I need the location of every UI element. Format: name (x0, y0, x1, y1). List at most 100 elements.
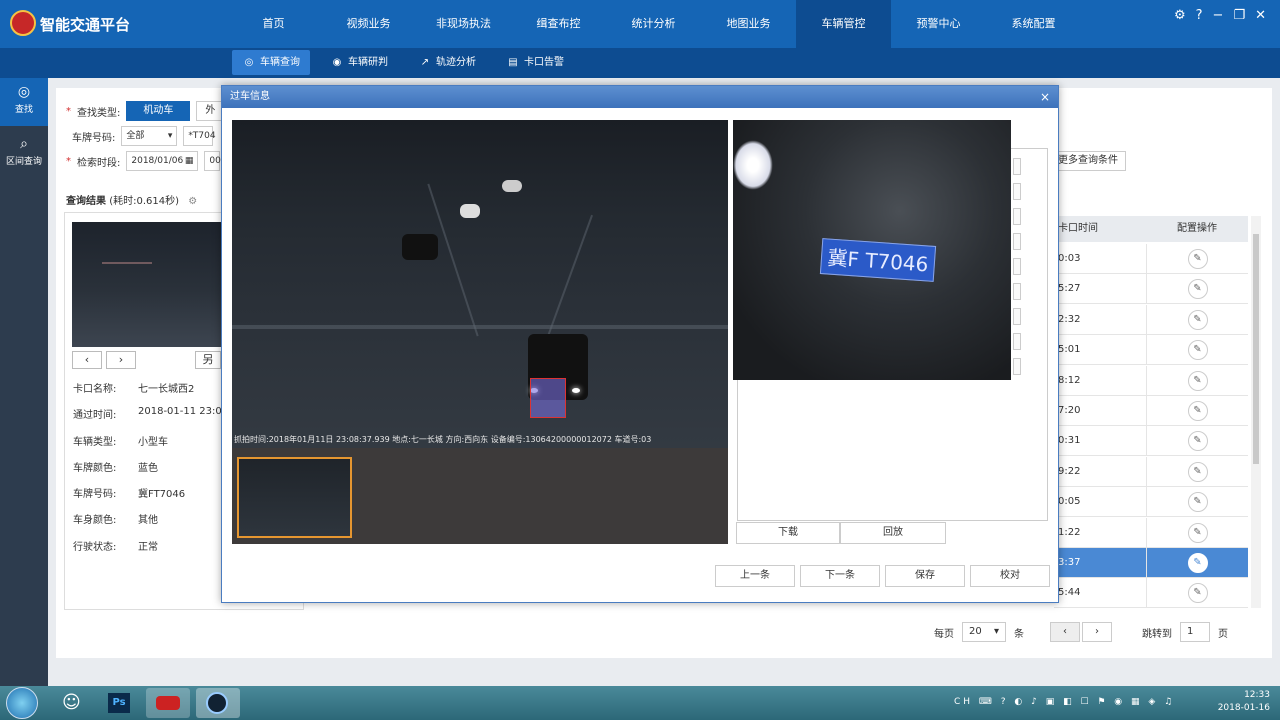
close-icon[interactable]: ✕ (1255, 8, 1266, 23)
pencil-icon[interactable]: ✎ (1187, 309, 1208, 330)
next-arrow-icon[interactable]: › (106, 351, 136, 369)
field-box[interactable] (1013, 208, 1021, 225)
playback-button[interactable]: 回放 (840, 522, 946, 544)
required-mark: * (66, 155, 71, 167)
pencil-icon[interactable]: ✎ (1187, 431, 1208, 452)
save-as-button[interactable]: 另 (195, 351, 221, 369)
pencil-icon[interactable]: ✎ (1187, 249, 1208, 269)
verify-button[interactable]: 校对 (970, 565, 1050, 587)
field-box[interactable] (1013, 158, 1021, 175)
nav-inspection[interactable]: 缉查布控 (511, 0, 606, 48)
pencil-icon[interactable]: ✎ (1187, 553, 1208, 573)
pencil-icon[interactable]: ✎ (1187, 522, 1208, 543)
table-row[interactable]: 3:37 ✎ (1054, 548, 1248, 578)
result-thumbnail[interactable] (72, 222, 222, 347)
subnav-vehicle-query[interactable]: ◎ 车辆查询 (232, 50, 310, 75)
next-record-button[interactable]: 下一条 (800, 565, 880, 587)
jump-label: 跳转到 (1142, 628, 1172, 640)
time-from-input[interactable]: 00 (204, 151, 221, 171)
field-box[interactable] (1013, 233, 1021, 250)
pencil-icon[interactable]: ✎ (1187, 583, 1208, 604)
nav-home[interactable]: 首页 (226, 0, 321, 48)
table-row[interactable]: 0:05 ✎ (1054, 487, 1248, 518)
info-row: 车牌号码: 冀FT7046 (73, 485, 185, 500)
info-key: 卡口名称: (73, 384, 117, 395)
capture-caption: 抓拍时间:2018年01月11日 23:08:37.939 地点:七一长城 方向… (234, 435, 652, 444)
table-row[interactable]: 7:20 ✎ (1054, 396, 1248, 426)
pencil-icon[interactable]: ✎ (1187, 279, 1208, 300)
restore-icon[interactable]: ❐ (1233, 8, 1245, 23)
capture-image[interactable]: 抓拍时间:2018年01月11日 23:08:37.939 地点:七一长城 方向… (232, 120, 728, 448)
nav-video[interactable]: 视频业务 (321, 0, 416, 48)
nav-map[interactable]: 地图业务 (701, 0, 796, 48)
table-row[interactable]: 5:01 ✎ (1054, 335, 1248, 366)
field-box[interactable] (1013, 358, 1021, 375)
pencil-icon[interactable]: ✎ (1187, 401, 1208, 421)
more-conditions-button[interactable]: 更多查询条件 (1050, 151, 1126, 171)
table-row[interactable]: 0:03 ✎ (1054, 244, 1248, 274)
page-next-button[interactable]: › (1082, 622, 1112, 642)
save-button[interactable]: 保存 (885, 565, 965, 587)
pencil-icon[interactable]: ✎ (1187, 492, 1208, 513)
plate-closeup-image[interactable]: 冀F T7046 (733, 120, 1011, 380)
date-from-input[interactable]: 2018/01/06 ▦ (126, 151, 199, 171)
prev-record-button[interactable]: 上一条 (715, 565, 795, 587)
minimize-icon[interactable]: − (1213, 8, 1224, 23)
field-box[interactable] (1013, 183, 1021, 200)
per-page-select[interactable]: 20 ▾ (962, 622, 1006, 642)
subnav-vehicle-analysis[interactable]: ◉ 车辆研判 (320, 50, 398, 75)
nav-statistics[interactable]: 统计分析 (606, 0, 701, 48)
pass-info-modal: 过车信息 × 抓拍时间:2018年01月11日 23:08:37.939 地点:… (221, 85, 1059, 603)
table-row[interactable]: 8:12 ✎ (1054, 365, 1248, 396)
download-button[interactable]: 下载 (736, 522, 840, 544)
clock[interactable]: 12:33 2018-01-16 (1218, 689, 1270, 715)
table-row[interactable]: 0:31 ✎ (1054, 426, 1248, 457)
table-row[interactable]: 1:22 ✎ (1054, 517, 1248, 548)
gear-icon[interactable]: ⚙ (188, 196, 197, 207)
type-motor-button[interactable]: 机动车 (126, 101, 191, 121)
nav-system-config[interactable]: 系统配置 (986, 0, 1081, 48)
tray-icons[interactable]: CH ⌨ ? ◐ ♪ ▣ ◧ ☐ ⚑ ◉ ▦ ◈ ♫ (954, 697, 1175, 707)
field-box[interactable] (1013, 258, 1021, 275)
info-value: 小型车 (138, 437, 168, 448)
table-row[interactable]: 2:32 ✎ (1054, 304, 1248, 335)
field-box[interactable] (1013, 333, 1021, 350)
prev-arrow-icon[interactable]: ‹ (72, 351, 102, 369)
sidebar-item-interval-query[interactable]: ⌕ 区间查询 (0, 130, 48, 178)
close-icon[interactable]: × (1040, 86, 1050, 108)
app-icon[interactable]: ☺ (50, 688, 94, 718)
required-mark: * (66, 105, 71, 117)
pencil-icon[interactable]: ✎ (1187, 461, 1208, 482)
plate-input[interactable]: *T704 (183, 126, 216, 146)
row-edit-cell: ✎ (1146, 274, 1248, 304)
nav-offsite[interactable]: 非现场执法 (416, 0, 511, 48)
scrollbar-thumb[interactable] (1253, 234, 1259, 464)
info-value: 冀FT7046 (138, 489, 186, 500)
gear-icon[interactable]: ⚙ (1174, 8, 1186, 23)
car-app-icon[interactable] (146, 688, 190, 718)
page-input[interactable]: 1 (1180, 622, 1210, 642)
camera-app-icon[interactable] (196, 688, 240, 718)
pencil-icon[interactable]: ✎ (1187, 370, 1208, 391)
subnav-checkpoint-alarm[interactable]: ▤ 卡口告警 (496, 50, 574, 75)
subnav-track-analysis[interactable]: ↗ 轨迹分析 (408, 50, 486, 75)
table-scrollbar[interactable] (1251, 216, 1261, 608)
row-edit-cell: ✎ (1146, 456, 1248, 486)
plate-select[interactable]: 全部 ▾ (121, 126, 178, 146)
table-row[interactable]: 9:22 ✎ (1054, 456, 1248, 487)
pencil-icon[interactable]: ✎ (1187, 340, 1208, 361)
photoshop-icon[interactable]: Ps (98, 688, 140, 718)
thumbnail-selected[interactable] (237, 457, 352, 538)
page-prev-button[interactable]: ‹ (1050, 622, 1080, 642)
help-icon[interactable]: ? (1196, 8, 1203, 23)
nav-vehicle-control[interactable]: 车辆管控 (796, 0, 891, 48)
sidebar-item-search[interactable]: ◎ 查找 (0, 78, 48, 126)
field-box[interactable] (1013, 283, 1021, 300)
table-row[interactable]: 5:27 ✎ (1054, 274, 1248, 305)
os-taskbar: ☺ Ps CH ⌨ ? ◐ ♪ ▣ ◧ ☐ ⚑ ◉ ▦ ◈ ♫ 12:33 20… (0, 686, 1280, 720)
table-row[interactable]: 5:44 ✎ (1054, 578, 1248, 609)
start-button[interactable] (6, 687, 38, 719)
headlamp (733, 140, 773, 190)
field-box[interactable] (1013, 308, 1021, 325)
nav-alert-center[interactable]: 预警中心 (891, 0, 986, 48)
